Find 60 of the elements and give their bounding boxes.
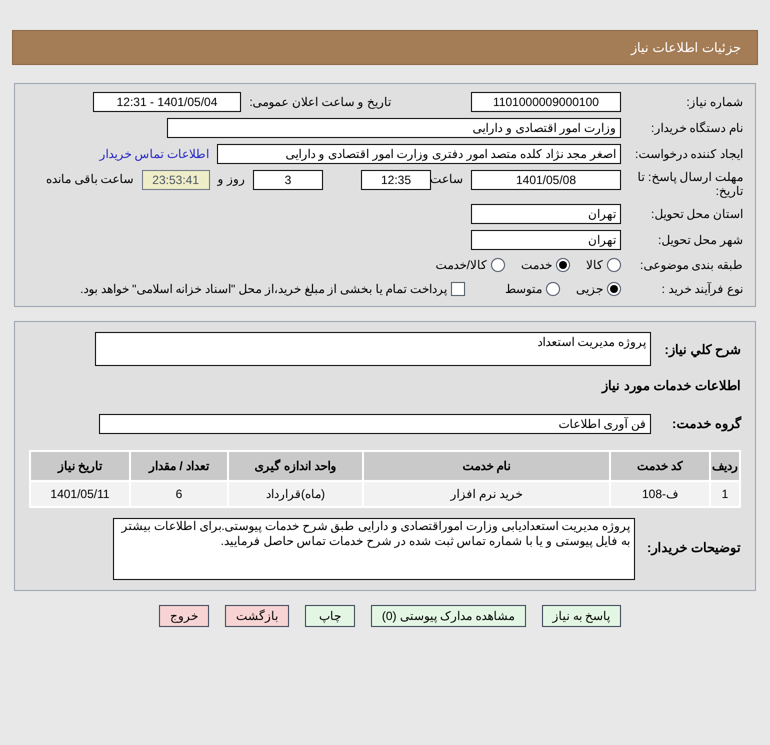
table-cell: (ماه)قرارداد — [228, 480, 363, 506]
remaining-time: 23:53:41 — [142, 170, 210, 190]
field-label: روز و — [218, 171, 245, 188]
buyer-notes-field: پروژه مدیریت استعدادیابی وزارت اموراقتصادی و دارایی طبق شرح خدمات پیوستی.برای اطلاعات بیشتر به فایل پیوستی و یا با شماره تماس ثبت شده در شرح خدمات تماس حاصل فرمایید. — [113, 518, 635, 580]
field-label: مهلت ارسال پاسخ: تا تاریخ: — [636, 170, 743, 198]
field-label: تاریخ و ساعت اعلان عمومی: — [248, 94, 391, 111]
field-label: ایجاد کننده درخواست: — [634, 146, 743, 163]
field-label: نوع فرآیند خرید : — [660, 281, 743, 298]
table-cell: 1401/05/11 — [30, 480, 130, 506]
field-label: جزیی — [576, 281, 603, 298]
field-label: ساعت — [431, 171, 463, 188]
action-button[interactable]: خروج — [158, 604, 209, 626]
action-button[interactable]: بازگشت — [224, 604, 289, 626]
value-field: تهران — [471, 230, 621, 250]
table-cell: ف-108 — [610, 480, 710, 506]
column-header: کد خدمت — [610, 450, 710, 480]
radio-button[interactable] — [607, 258, 621, 272]
table-cell: 1 — [710, 480, 740, 506]
field-label: متوسط — [505, 281, 542, 298]
column-header: ردیف — [710, 450, 740, 480]
field-label: شماره نیاز: — [685, 94, 743, 111]
radio-button[interactable] — [556, 258, 570, 272]
column-header: تعداد / مقدار — [130, 450, 228, 480]
value-field: فن آوری اطلاعات — [99, 414, 651, 434]
field-label: ساعت باقی مانده — [46, 171, 134, 188]
field-label: کالا/خدمت — [436, 257, 487, 274]
action-button[interactable]: مشاهده مدارک پیوستی (0) — [370, 604, 526, 626]
table-cell: خرید نرم افزار — [363, 480, 610, 506]
value-field: 3 — [253, 170, 323, 190]
value-field: وزارت امور اقتصادی و دارایی — [167, 118, 621, 138]
checkbox[interactable] — [451, 282, 465, 296]
column-header: تاریخ نیاز — [30, 450, 130, 480]
value-field: 12:35 — [361, 170, 431, 190]
table-cell: 6 — [130, 480, 228, 506]
field-label: شرح کلي نياز: — [663, 341, 741, 360]
radio-button[interactable] — [546, 282, 560, 296]
radio-button[interactable] — [607, 282, 621, 296]
action-button[interactable]: چاپ — [304, 604, 355, 626]
summary-field: پروژه مدیریت استعداد — [95, 332, 651, 366]
field-label: استان محل تحویل: — [650, 206, 743, 223]
field-label: کالا — [586, 257, 603, 274]
field-label: پرداخت تمام یا بخشی از مبلغ خرید،از محل "اسناد خزانه اسلامی" خواهد بود. — [80, 281, 447, 298]
field-label: خدمت — [521, 257, 552, 274]
action-button[interactable]: پاسخ به نیاز — [542, 604, 622, 626]
field-label: شهر محل تحویل: — [656, 232, 743, 249]
column-header: نام خدمت — [363, 450, 610, 480]
section-heading: اطلاعات خدمات مورد نیاز — [600, 377, 741, 396]
field-label: توضیحات خریدار: — [646, 538, 741, 557]
column-header: واحد اندازه گیری — [228, 450, 363, 480]
page-title: جزئیات اطلاعات نیاز — [630, 38, 741, 58]
value-field: 1401/05/04 - 12:31 — [93, 92, 241, 112]
value-field: 1101000009000100 — [471, 92, 621, 112]
value-field: اصغر مجد نژاد کلده متصد امور دفتری وزارت امور اقتصادی و دارایی — [217, 144, 621, 164]
buyer-contact-link[interactable]: اطلاعات تماس خریدار — [99, 145, 209, 163]
value-field: 1401/05/08 — [471, 170, 621, 190]
radio-button[interactable] — [491, 258, 505, 272]
field-label: نام دستگاه خریدار: — [650, 120, 743, 137]
field-label: طبقه بندی موضوعی: — [638, 257, 743, 274]
value-field: تهران — [471, 204, 621, 224]
field-label: گروه خدمت: — [671, 414, 741, 434]
